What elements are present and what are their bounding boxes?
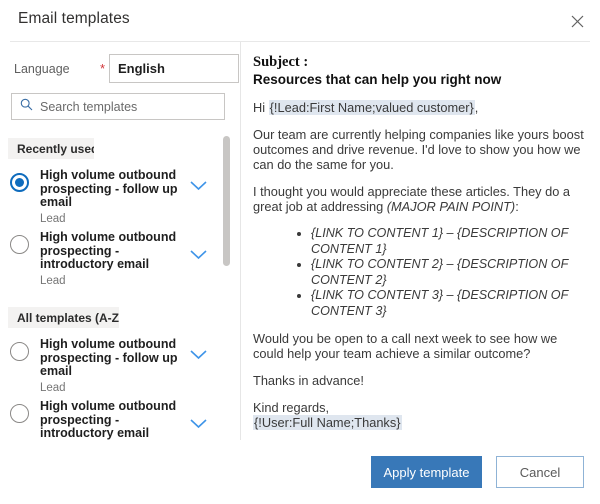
template-radio[interactable] [10,173,29,192]
template-text: High volume outbound prospecting - follo… [40,338,180,395]
body-paragraph-1: Our team are currently helping companies… [253,127,584,172]
page-title: Email templates [18,10,130,28]
apply-template-button[interactable]: Apply template [371,456,482,488]
dialog-header: Email templates [0,0,600,42]
content-links-list: {LINK TO CONTENT 1} – {DESCRIPTION OF CO… [253,226,584,319]
email-templates-dialog: Email templates Language * [0,0,600,504]
template-name: High volume outbound prospecting - follo… [40,338,180,379]
template-radio[interactable] [10,342,29,361]
subject-value: Resources that can help you right now [253,71,584,88]
close-icon [571,15,584,28]
chevron-down-icon[interactable] [190,419,207,429]
template-text: High volume outbound prospecting - follo… [40,169,180,226]
greeting-prefix: Hi [253,100,269,115]
signoff-token: {!User:Full Name;Thanks} [253,415,402,430]
language-row: Language * [14,54,226,84]
list-item[interactable]: High volume outbound prospecting - follo… [0,166,232,226]
chevron-down-icon[interactable] [190,250,207,260]
template-name: High volume outbound prospecting - intro… [40,400,180,440]
signoff-text: Kind regards, [253,400,329,415]
paragraph-2-suffix: : [515,199,519,214]
template-entity: Lead [40,382,180,395]
signoff-paragraph: Kind regards,{!User:Full Name;Thanks} [253,400,584,430]
greeting-token: {!Lead:First Name;valued customer} [269,100,475,115]
search-templates-box[interactable] [11,93,225,120]
subject-label: Subject : [253,54,584,71]
template-name: High volume outbound prospecting - intro… [40,231,180,272]
list-item[interactable]: High volume outbound prospecting - intro… [0,397,232,440]
chevron-down-icon[interactable] [190,181,207,191]
group-header-recently-used: Recently used [8,138,94,159]
chevron-down-icon[interactable] [190,350,207,360]
email-preview-pane: Subject : Resources that can help you ri… [241,42,600,440]
body-paragraph-4: Thanks in advance! [253,373,584,388]
list-item: {LINK TO CONTENT 1} – {DESCRIPTION OF CO… [311,226,584,257]
template-entity: Lead [40,275,180,288]
template-name: High volume outbound prospecting - follo… [40,169,180,210]
template-text: High volume outbound prospecting - intro… [40,231,180,288]
list-item[interactable]: High volume outbound prospecting - follo… [0,335,232,395]
list-item: {LINK TO CONTENT 2} – {DESCRIPTION OF CO… [311,257,584,288]
template-list-scrollbar[interactable] [227,42,235,440]
list-item: {LINK TO CONTENT 3} – {DESCRIPTION OF CO… [311,288,584,319]
dialog-footer: Apply template Cancel [0,440,600,504]
search-icon [20,98,33,116]
paragraph-2-emphasis: (MAJOR PAIN POINT) [387,199,515,214]
required-marker: * [100,63,105,75]
body-paragraph-3: Would you be open to a call next week to… [253,331,584,361]
search-input[interactable] [40,100,210,114]
body-paragraph-2: I thought you would appreciate these art… [253,184,584,214]
language-input[interactable] [109,54,239,83]
greeting-paragraph: Hi {!Lead:First Name;valued customer}, [253,100,584,115]
template-entity: Lead [40,213,180,226]
template-radio[interactable] [10,235,29,254]
group-header-all-templates: All templates (A-Z) [8,307,119,328]
list-item[interactable]: High volume outbound prospecting - intro… [0,228,232,288]
dialog-body: Language * Recently used High volume [0,42,600,440]
template-radio[interactable] [10,404,29,423]
close-button[interactable] [562,6,592,36]
scrollbar-thumb[interactable] [223,136,230,266]
language-label: Language [14,62,70,76]
cancel-button[interactable]: Cancel [496,456,584,488]
greeting-suffix: , [475,100,479,115]
template-list-pane: Language * Recently used High volume [0,42,240,440]
template-text: High volume outbound prospecting - intro… [40,400,180,440]
